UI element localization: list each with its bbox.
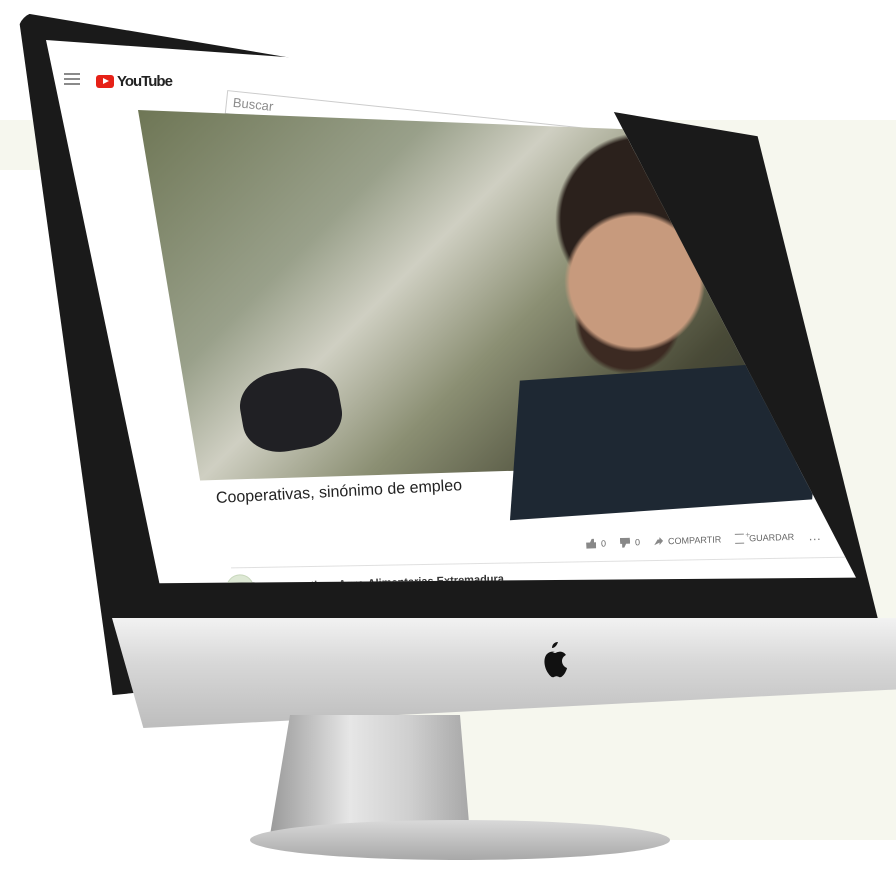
save-label: GUARDAR	[749, 531, 795, 543]
youtube-brand-text: YouTube	[117, 73, 173, 90]
like-count: 0	[600, 537, 607, 549]
like-button[interactable]: 0	[586, 538, 606, 549]
imac-stand-neck	[270, 715, 470, 835]
thumb-up-icon	[586, 538, 596, 548]
share-arrow-icon	[654, 537, 663, 545]
youtube-logo[interactable]: YouTube	[96, 73, 173, 90]
video-title: Cooperativas, sinónimo de empleo	[215, 477, 463, 507]
youtube-play-icon	[96, 75, 114, 88]
hamburger-menu-icon[interactable]	[64, 70, 80, 88]
playlist-add-icon	[735, 533, 745, 544]
save-button[interactable]: GUARDAR	[735, 531, 795, 544]
apple-logo-icon	[544, 642, 567, 678]
dislike-button[interactable]: 0	[620, 537, 640, 548]
divider	[231, 556, 851, 569]
share-button[interactable]: COMPARTIR	[654, 534, 721, 546]
more-dots-icon[interactable]: …	[808, 528, 822, 543]
video-actions: 0 0 COMPARTIR GUARDAR …	[586, 528, 822, 551]
thumb-down-icon	[620, 537, 630, 547]
imac-stand-base	[250, 820, 670, 860]
share-label: COMPARTIR	[667, 533, 722, 546]
dislike-count: 0	[634, 536, 641, 547]
